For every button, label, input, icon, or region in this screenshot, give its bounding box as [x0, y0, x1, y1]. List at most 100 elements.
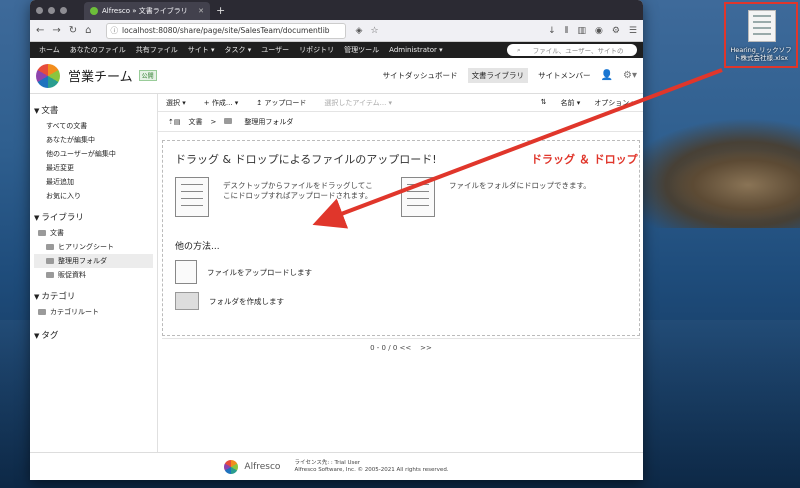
search-placeholder: ファイル、ユーザー、サイトの	[532, 47, 624, 55]
bookmark-star-icon[interactable]: ☆	[370, 26, 378, 36]
download-icon[interactable]: ↓	[548, 26, 556, 36]
category-header[interactable]: ▼ カテゴリ	[34, 290, 153, 302]
sidebar: ▼ 文書 すべての文書 あなたが編集中 他のユーザーが編集中 最近変更 最近追加 …	[30, 94, 158, 452]
nav-repository[interactable]: リポジトリ	[294, 45, 339, 55]
license-text: ライセンス先: : Trial User	[294, 459, 361, 466]
category-root[interactable]: カテゴリルート	[34, 305, 153, 319]
chevron-down-icon: ▼	[34, 214, 40, 222]
user-icon[interactable]: 👤	[601, 70, 613, 81]
folder-icon	[46, 272, 54, 278]
nav-sites[interactable]: サイト ▾	[183, 45, 220, 55]
copyright-text: Alfresco Software, Inc. © 2005-2021 All …	[294, 466, 449, 473]
documents-header[interactable]: ▼ 文書	[34, 104, 153, 116]
close-window-button[interactable]	[36, 6, 43, 14]
create-folder-option[interactable]: フォルダを作成します	[175, 292, 627, 310]
breadcrumb-root[interactable]: 文書	[188, 117, 202, 127]
sidebar-item-recently-added[interactable]: 最近追加	[34, 175, 153, 189]
upload-button[interactable]: ↥ アップロード	[256, 98, 306, 108]
alfresco-logo	[36, 63, 60, 88]
drag-drop-annotation: ドラッグ ＆ ドロップ	[531, 153, 638, 166]
gear-icon[interactable]: ⚙▾	[623, 70, 637, 81]
page-footer: Alfresco ライセンス先: : Trial User Alfresco S…	[30, 452, 643, 480]
desktop-file-name: Hearing_リックソフト株式会社様.xlsx	[730, 46, 792, 62]
browser-navbar: ← → ↻ ⌂ ⓘ localhost:8080/share/page/site…	[30, 20, 643, 42]
options-menu[interactable]: オプション ▾	[594, 98, 635, 108]
pagination-text: 0 - 0 / 0 <<	[370, 344, 412, 352]
site-header: 営業チーム 公開 サイトダッシュボード 文書ライブラリ サイトメンバー 👤 ⚙▾	[30, 58, 643, 94]
drop-zone[interactable]: ドラッグ & ドロップによるファイルのアップロード! デスクトップからファイルを…	[162, 140, 640, 336]
upload-icon	[175, 260, 197, 284]
url-text: localhost:8080/share/page/site/SalesTeam…	[122, 26, 330, 35]
tree-folder-hearing[interactable]: ヒアリングシート	[34, 240, 153, 254]
folder-icon	[46, 244, 54, 250]
sort-direction-icon[interactable]: ⇅	[541, 98, 547, 108]
nav-admin-tools[interactable]: 管理ツール	[339, 45, 384, 55]
new-tab-button[interactable]: +	[216, 4, 225, 17]
tree-root-documents[interactable]: 文書	[34, 226, 153, 240]
account-icon[interactable]: ◉	[595, 26, 603, 36]
browser-window: Alfresco » 文書ライブラリ ✕ + ← → ↻ ⌂ ⓘ localho…	[30, 0, 643, 480]
sidebar-icon[interactable]: ▥	[577, 26, 586, 36]
alfresco-top-nav: ホーム あなたのファイル 共有ファイル サイト ▾ タスク ▾ ユーザー リポジ…	[30, 42, 643, 58]
folder-drop-text: ファイルをフォルダにドロップできます。	[449, 181, 591, 190]
doclib-toolbar: 選択 ▾ + 作成... ▾ ↥ アップロード 選択したアイテム... ▾ ⇅ …	[158, 94, 643, 112]
home-icon[interactable]: ⌂	[85, 25, 91, 36]
drag-document-icon	[175, 177, 209, 217]
tree-folder-organize[interactable]: 整理用フォルダ	[34, 254, 153, 268]
folder-icon	[38, 230, 46, 236]
footer-brand: Alfresco	[244, 461, 281, 472]
zoom-window-button[interactable]	[60, 6, 67, 14]
spreadsheet-icon	[748, 10, 776, 42]
close-tab-icon[interactable]: ✕	[198, 7, 204, 15]
site-dashboard-link[interactable]: サイトダッシュボード	[383, 70, 458, 81]
tab-title: Alfresco » 文書ライブラリ	[102, 7, 188, 15]
site-title: 営業チーム	[68, 70, 133, 85]
other-methods-title: 他の方法...	[175, 242, 220, 252]
visibility-badge: 公開	[138, 70, 157, 81]
tags-header[interactable]: ▼ タグ	[34, 329, 153, 341]
folder-icon	[224, 117, 236, 126]
select-menu[interactable]: 選択 ▾	[166, 98, 186, 108]
selected-items-menu[interactable]: 選択したアイテム... ▾	[324, 98, 392, 108]
extension-icon[interactable]: ⚙	[612, 26, 620, 36]
nav-people[interactable]: ユーザー	[256, 45, 294, 55]
library-icon[interactable]: ⫴	[565, 26, 569, 36]
alfresco-footer-logo	[224, 459, 239, 474]
sidebar-item-recently-modified[interactable]: 最近変更	[34, 161, 153, 175]
create-menu[interactable]: + 作成... ▾	[204, 98, 239, 108]
folder-up-icon[interactable]: ⇡▤	[168, 118, 180, 126]
document-library-link[interactable]: 文書ライブラリ	[467, 68, 529, 83]
next-page-link[interactable]: >>	[420, 344, 432, 352]
nav-shared-files[interactable]: 共有ファイル	[131, 45, 183, 55]
reload-icon[interactable]: ↻	[69, 25, 77, 36]
sidebar-item-editing-others[interactable]: 他のユーザーが編集中	[34, 147, 153, 161]
back-icon[interactable]: ←	[36, 25, 44, 36]
sidebar-item-favorites[interactable]: お気に入り	[34, 189, 153, 203]
folder-add-icon	[175, 292, 199, 310]
sort-name-menu[interactable]: 名前 ▾	[561, 98, 581, 108]
desktop-wallpaper-island-shade	[670, 150, 800, 220]
browser-titlebar: Alfresco » 文書ライブラリ ✕ +	[30, 0, 643, 20]
desktop-file-icon[interactable]: Hearing_リックソフト株式会社様.xlsx	[724, 2, 798, 68]
nav-my-files[interactable]: あなたのファイル	[65, 45, 131, 55]
main-content: 選択 ▾ + 作成... ▾ ↥ アップロード 選択したアイテム... ▾ ⇅ …	[158, 94, 643, 452]
site-members-link[interactable]: サイトメンバー	[538, 70, 591, 81]
browser-tab[interactable]: Alfresco » 文書ライブラリ ✕	[84, 2, 210, 20]
nav-user-menu[interactable]: Administrator ▾	[384, 46, 447, 54]
menu-icon[interactable]: ☰	[629, 26, 637, 36]
nav-tasks[interactable]: タスク ▾	[220, 45, 257, 55]
url-bar[interactable]: ⓘ localhost:8080/share/page/site/SalesTe…	[105, 22, 346, 39]
upload-option-label: ファイルをアップロードします	[207, 267, 312, 277]
chevron-down-icon: ▼	[34, 332, 40, 340]
search-input[interactable]: ⌕ ファイル、ユーザー、サイトの	[507, 44, 637, 56]
minimize-window-button[interactable]	[48, 6, 55, 14]
favicon-icon	[90, 7, 98, 15]
pocket-icon[interactable]: ◈	[356, 26, 363, 36]
forward-icon[interactable]: →	[52, 25, 60, 36]
upload-file-option[interactable]: ファイルをアップロードします	[175, 260, 627, 284]
library-header[interactable]: ▼ ライブラリ	[34, 211, 153, 223]
nav-home[interactable]: ホーム	[34, 45, 65, 55]
tree-folder-promo[interactable]: 販促資料	[34, 268, 153, 282]
sidebar-item-all-documents[interactable]: すべての文書	[34, 119, 153, 133]
sidebar-item-editing-me[interactable]: あなたが編集中	[34, 133, 153, 147]
